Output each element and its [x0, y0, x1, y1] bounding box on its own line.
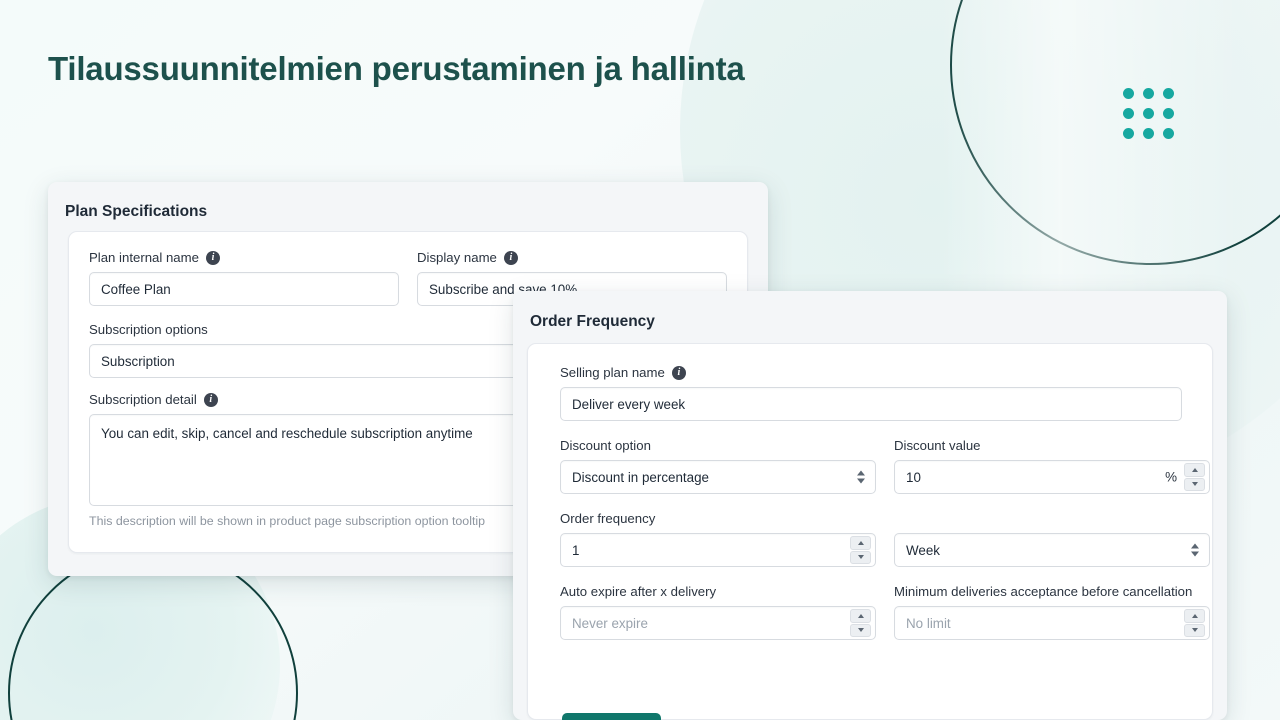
info-icon[interactable]: i — [671, 365, 686, 380]
frequency-unit-select[interactable]: Week — [894, 533, 1210, 567]
discount-option-value: Discount in percentage — [572, 469, 709, 485]
plan-specifications-heading: Plan Specifications — [65, 203, 208, 220]
minimum-deliveries-stepper[interactable] — [1184, 609, 1205, 637]
minimum-deliveries-label: Minimum deliveries acceptance before can… — [894, 584, 1193, 599]
discount-option-label: Discount option — [560, 438, 651, 453]
frequency-unit-value: Week — [906, 542, 940, 558]
chevron-updown-icon — [1191, 543, 1199, 557]
frequency-unit-field: Week — [894, 511, 1210, 567]
stepper-down-icon[interactable] — [1184, 477, 1205, 491]
minimum-deliveries-placeholder: No limit — [906, 615, 951, 631]
page-root: Tilaussuunnitelmien perustaminen ja hall… — [0, 0, 1280, 720]
chevron-updown-icon — [857, 470, 865, 484]
order-frequency-field: Order frequency 1 — [560, 511, 876, 567]
subscription-detail-label-text: Subscription detail — [89, 392, 197, 407]
auto-expire-label: Auto expire after x delivery — [560, 584, 717, 599]
discount-value-field: Discount value 10 % — [894, 438, 1210, 494]
plan-internal-name-label-text: Plan internal name — [89, 250, 199, 265]
dot-grid-icon — [1123, 88, 1174, 139]
discount-value-text: 10 — [906, 469, 921, 485]
plan-display-name-label-text: Display name — [417, 250, 497, 265]
page-title: Tilaussuunnitelmien perustaminen ja hall… — [48, 50, 745, 87]
plan-display-name-label: Display name i — [417, 250, 727, 265]
order-frequency-input[interactable]: 1 — [560, 533, 876, 567]
stepper-up-icon[interactable] — [1184, 609, 1205, 623]
stepper-down-icon[interactable] — [850, 550, 871, 564]
selling-plan-name-label: Selling plan name i — [560, 365, 1182, 380]
auto-expire-placeholder: Never expire — [572, 615, 648, 631]
order-frequency-panel: Order Frequency Selling plan name i Deli… — [513, 291, 1227, 720]
discount-row: Discount option Discount in percentage D… — [560, 438, 1210, 494]
stepper-down-icon[interactable] — [850, 623, 871, 637]
info-icon[interactable]: i — [503, 250, 518, 265]
discount-value-input[interactable]: 10 % — [894, 460, 1210, 494]
plan-internal-name-label: Plan internal name i — [89, 250, 399, 265]
discount-value-stepper[interactable] — [1184, 463, 1205, 491]
minimum-deliveries-input[interactable]: No limit — [894, 606, 1210, 640]
plan-internal-name-field: Plan internal name i Coffee Plan — [89, 250, 399, 306]
stepper-up-icon[interactable] — [1184, 463, 1205, 477]
auto-expire-field: Auto expire after x delivery Never expir… — [560, 584, 876, 640]
selling-plan-name-label-text: Selling plan name — [560, 365, 665, 380]
discount-option-field: Discount option Discount in percentage — [560, 438, 876, 494]
limits-row: Auto expire after x delivery Never expir… — [560, 584, 1210, 640]
top-right-ring-decoration — [950, 0, 1280, 265]
info-icon[interactable]: i — [205, 250, 220, 265]
auto-expire-stepper[interactable] — [850, 609, 871, 637]
info-icon[interactable]: i — [203, 392, 218, 407]
auto-expire-input[interactable]: Never expire — [560, 606, 876, 640]
discount-value-suffix: % — [1165, 469, 1177, 485]
order-frequency-card: Selling plan name i Deliver every week D… — [527, 343, 1213, 720]
selling-plan-name-input[interactable]: Deliver every week — [560, 387, 1182, 421]
selling-plan-name-field: Selling plan name i Deliver every week — [560, 365, 1182, 421]
order-frequency-stepper[interactable] — [850, 536, 871, 564]
stepper-up-icon[interactable] — [850, 609, 871, 623]
minimum-deliveries-field: Minimum deliveries acceptance before can… — [894, 584, 1210, 640]
order-frequency-heading: Order Frequency — [530, 313, 655, 330]
add-more-button[interactable]: Add more — [562, 713, 662, 720]
discount-option-select[interactable]: Discount in percentage — [560, 460, 876, 494]
stepper-down-icon[interactable] — [1184, 623, 1205, 637]
discount-value-label: Discount value — [894, 438, 981, 453]
order-frequency-row: Order frequency 1 Week — [560, 511, 1210, 567]
stepper-up-icon[interactable] — [850, 536, 871, 550]
plan-internal-name-input[interactable]: Coffee Plan — [89, 272, 399, 306]
order-frequency-label: Order frequency — [560, 511, 656, 526]
order-frequency-value: 1 — [572, 542, 580, 558]
